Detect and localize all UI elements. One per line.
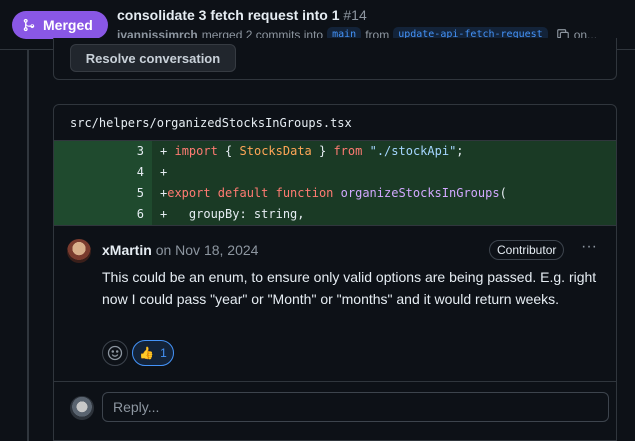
code-line: + import { StocksData } from "./stockApi… bbox=[160, 144, 464, 158]
diff-line: 4 + bbox=[54, 162, 616, 183]
line-number: 3 bbox=[54, 141, 152, 162]
diff-line: 5 +export default function organizeStock… bbox=[54, 183, 616, 204]
diff-hunk: 3 + import { StocksData } from "./stockA… bbox=[54, 141, 616, 225]
diff-sign: + bbox=[160, 144, 168, 158]
reply-input[interactable]: Reply... bbox=[102, 392, 609, 422]
review-thread: src/helpers/organizedStocksInGroups.tsx … bbox=[53, 104, 617, 441]
merged-status-label: Merged bbox=[43, 17, 93, 33]
contributor-badge: Contributor bbox=[489, 240, 565, 260]
diff-sign: + bbox=[160, 165, 168, 179]
pr-number: #14 bbox=[343, 7, 367, 23]
line-number: 5 bbox=[54, 183, 152, 204]
current-user-avatar bbox=[70, 396, 94, 420]
comment-on-text: on bbox=[155, 242, 172, 258]
previous-thread: Resolve conversation bbox=[53, 38, 617, 80]
thumbs-up-icon: 👍 bbox=[139, 346, 155, 360]
comment-date-link[interactable]: Nov 18, 2024 bbox=[175, 242, 258, 258]
avatar[interactable] bbox=[67, 239, 91, 263]
reaction-count: 1 bbox=[160, 346, 167, 360]
code-line: + groupBy: string, bbox=[160, 207, 305, 221]
comment-header: xMartin on Nov 18, 2024 bbox=[102, 242, 258, 258]
diff-sign: + bbox=[160, 207, 168, 221]
code-line: +export default function organizeStocksI… bbox=[160, 186, 507, 200]
add-reaction-button[interactable] bbox=[102, 340, 128, 366]
pr-title: consolidate 3 fetch request into 1 #14 bbox=[117, 7, 367, 23]
git-merge-icon bbox=[23, 18, 35, 32]
file-path[interactable]: src/helpers/organizedStocksInGroups.tsx bbox=[54, 105, 616, 141]
diff-line: 3 + import { StocksData } from "./stockA… bbox=[54, 141, 616, 162]
smiley-icon bbox=[107, 345, 123, 361]
comment-body: This could be an enum, to ensure only va… bbox=[102, 269, 597, 307]
comment-author-link[interactable]: xMartin bbox=[102, 242, 152, 258]
reply-row: Reply... bbox=[54, 381, 616, 440]
code-line: + bbox=[160, 162, 167, 183]
merged-status-badge: Merged bbox=[12, 11, 108, 39]
pr-title-text: consolidate 3 fetch request into 1 bbox=[117, 7, 340, 23]
review-comment: xMartin on Nov 18, 2024 Contributor ··· … bbox=[54, 225, 616, 385]
line-number: 6 bbox=[54, 204, 152, 225]
line-number: 4 bbox=[54, 162, 152, 183]
thumbs-up-reaction-button[interactable]: 👍 1 bbox=[132, 340, 174, 366]
resolve-conversation-button[interactable]: Resolve conversation bbox=[70, 44, 236, 72]
kebab-menu-icon[interactable]: ··· bbox=[578, 238, 600, 260]
timeline-rail bbox=[27, 50, 29, 441]
diff-line: 6 + groupBy: string, bbox=[54, 204, 616, 225]
